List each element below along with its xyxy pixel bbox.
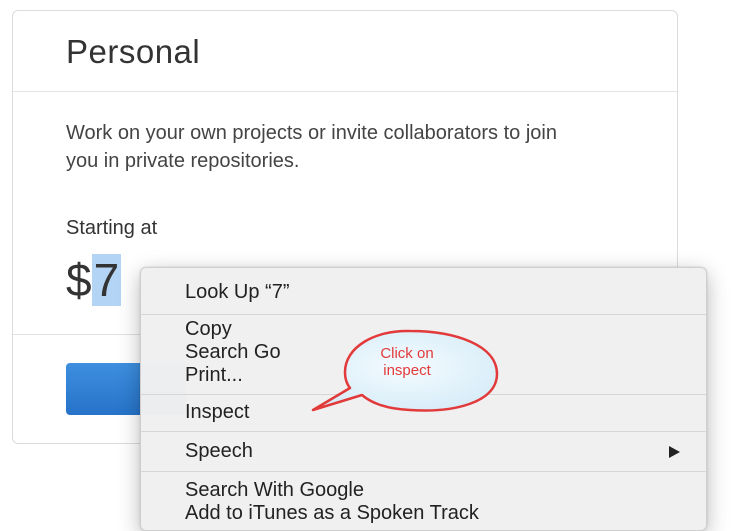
plan-description: Work on your own projects or invite coll… xyxy=(66,122,557,172)
menu-item-search-google-truncated[interactable]: Search Go xyxy=(185,341,281,364)
menu-separator xyxy=(141,394,706,395)
menu-item-look-up[interactable]: Look Up “7” xyxy=(185,281,290,304)
submenu-arrow-icon xyxy=(669,446,680,458)
menu-separator xyxy=(141,314,706,315)
menu-item-inspect[interactable]: Inspect xyxy=(185,401,249,424)
menu-item-speech[interactable]: Speech xyxy=(185,440,253,463)
menu-item-copy[interactable]: Copy xyxy=(185,318,232,341)
menu-item-print[interactable]: Print... xyxy=(185,364,243,387)
menu-separator xyxy=(141,431,706,432)
price: $7 xyxy=(66,254,122,306)
menu-separator xyxy=(141,471,706,472)
callout-line1: Click on xyxy=(380,345,434,362)
context-menu: Look Up “7” Copy Search Go Print... Insp… xyxy=(140,267,707,531)
plan-title: Personal xyxy=(66,33,201,70)
currency-symbol: $ xyxy=(66,254,92,306)
callout-text: Click on inspect xyxy=(347,345,467,379)
card-divider xyxy=(13,91,677,92)
callout-line2: inspect xyxy=(383,362,431,379)
price-number-selected[interactable]: 7 xyxy=(91,254,122,306)
menu-item-search-with-google[interactable]: Search With Google xyxy=(185,479,364,502)
menu-item-add-to-itunes[interactable]: Add to iTunes as a Spoken Track xyxy=(185,502,479,525)
starting-at-label: Starting at xyxy=(66,217,158,239)
